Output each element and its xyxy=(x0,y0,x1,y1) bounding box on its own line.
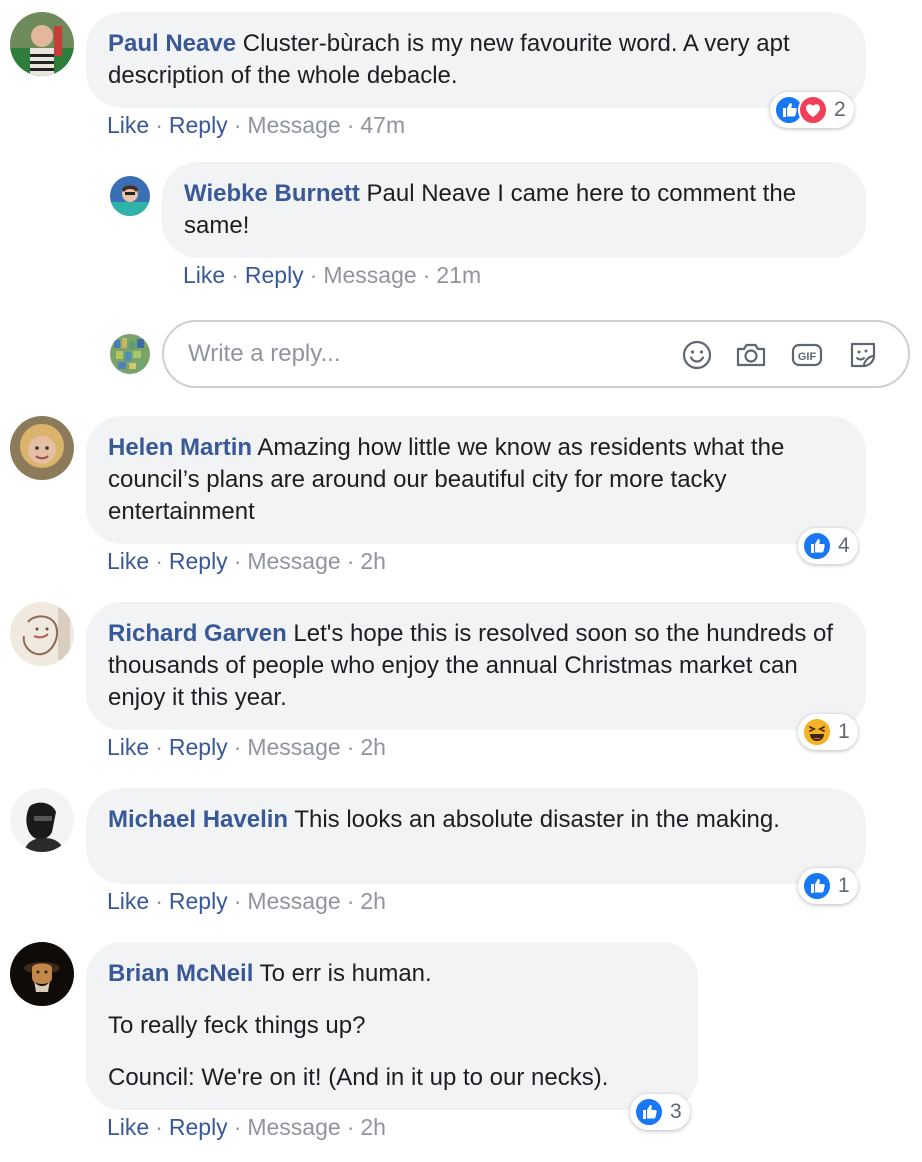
haha-reaction-icon xyxy=(802,717,832,747)
comment-author[interactable]: Paul Neave xyxy=(108,30,236,57)
like-reaction-icon xyxy=(802,871,832,901)
avatar[interactable] xyxy=(10,942,74,1006)
sticker-icon[interactable] xyxy=(846,338,880,372)
comment-actions: Like · Reply · Message · 2h xyxy=(107,888,386,914)
comment-text: To err is human. xyxy=(259,960,432,987)
comment-text: This looks an absolute disaster in the m… xyxy=(294,806,780,833)
reaction-count: 4 xyxy=(838,534,850,557)
avatar[interactable] xyxy=(10,416,74,480)
message-link[interactable]: Message xyxy=(247,734,340,760)
avatar[interactable] xyxy=(10,12,74,76)
like-link[interactable]: Like xyxy=(183,262,225,288)
comment-actions: Like · Reply · Message · 2h xyxy=(107,548,386,574)
message-link[interactable]: Message xyxy=(247,1114,340,1140)
timestamp[interactable]: 47m xyxy=(360,112,405,138)
comment-author[interactable]: Wiebke Burnett xyxy=(184,180,360,207)
message-link[interactable]: Message xyxy=(247,112,340,138)
like-link[interactable]: Like xyxy=(107,548,149,574)
avatar[interactable] xyxy=(10,788,74,852)
like-link[interactable]: Like xyxy=(107,734,149,760)
timestamp[interactable]: 2h xyxy=(360,888,386,914)
reply-link[interactable]: Reply xyxy=(169,112,228,138)
reaction-summary[interactable]: 1 xyxy=(798,868,858,904)
camera-icon[interactable] xyxy=(734,338,768,372)
reaction-summary[interactable]: 1 xyxy=(798,714,858,750)
comment-text: Council: We're on it! (And in it up to o… xyxy=(108,1064,609,1091)
reaction-count: 1 xyxy=(838,720,850,743)
timestamp[interactable]: 2h xyxy=(360,548,386,574)
reply-link[interactable]: Reply xyxy=(169,548,228,574)
reply-composer: GIF xyxy=(162,320,910,388)
like-link[interactable]: Like xyxy=(107,112,149,138)
like-link[interactable]: Like xyxy=(107,1114,149,1140)
reaction-summary[interactable]: 2 xyxy=(770,92,854,128)
avatar[interactable] xyxy=(10,602,74,666)
reply-link[interactable]: Reply xyxy=(245,262,304,288)
message-link[interactable]: Message xyxy=(247,888,340,914)
reply-bubble: Wiebke Burnett Paul Neave I came here to… xyxy=(162,162,866,258)
comment-actions: Like · Reply · Message · 21m xyxy=(183,262,482,288)
comment-author[interactable]: Brian McNeil xyxy=(108,960,253,987)
avatar[interactable] xyxy=(110,176,150,216)
comment-bubble: Michael Havelin This looks an absolute d… xyxy=(86,788,866,884)
reaction-count: 3 xyxy=(670,1100,682,1123)
comment-bubble: Paul Neave Cluster-bùrach is my new favo… xyxy=(86,12,866,108)
reply-link[interactable]: Reply xyxy=(169,888,228,914)
comment-bubble: Richard Garven Let's hope this is resolv… xyxy=(86,602,866,730)
current-user-avatar xyxy=(110,334,150,374)
comment-text: To really feck things up? xyxy=(108,1012,366,1039)
like-reaction-icon xyxy=(802,531,832,561)
message-link[interactable]: Message xyxy=(247,548,340,574)
comment-actions: Like · Reply · Message · 47m xyxy=(107,112,406,138)
comment-actions: Like · Reply · Message · 2h xyxy=(107,1114,386,1140)
svg-text:GIF: GIF xyxy=(798,351,817,363)
reply-link[interactable]: Reply xyxy=(169,1114,228,1140)
love-reaction-icon xyxy=(798,95,828,125)
reaction-count: 2 xyxy=(834,98,846,121)
like-link[interactable]: Like xyxy=(107,888,149,914)
comment-bubble: Helen Martin Amazing how little we know … xyxy=(86,416,866,544)
smiley-icon[interactable] xyxy=(680,338,714,372)
message-link[interactable]: Message xyxy=(323,262,416,288)
timestamp[interactable]: 2h xyxy=(360,1114,386,1140)
comment-author[interactable]: Richard Garven xyxy=(108,620,287,647)
comment-author[interactable]: Helen Martin xyxy=(108,434,252,461)
like-reaction-icon xyxy=(634,1097,664,1127)
comment-bubble: Brian McNeil To err is human. To really … xyxy=(86,942,698,1110)
reply-input[interactable] xyxy=(188,336,648,372)
timestamp[interactable]: 2h xyxy=(360,734,386,760)
comment-actions: Like · Reply · Message · 2h xyxy=(107,734,386,760)
reaction-count: 1 xyxy=(838,874,850,897)
reply-link[interactable]: Reply xyxy=(169,734,228,760)
comment-author[interactable]: Michael Havelin xyxy=(108,806,288,833)
reaction-summary[interactable]: 3 xyxy=(630,1094,690,1130)
timestamp[interactable]: 21m xyxy=(436,262,481,288)
gif-icon[interactable]: GIF xyxy=(790,338,824,372)
reaction-summary[interactable]: 4 xyxy=(798,528,858,564)
